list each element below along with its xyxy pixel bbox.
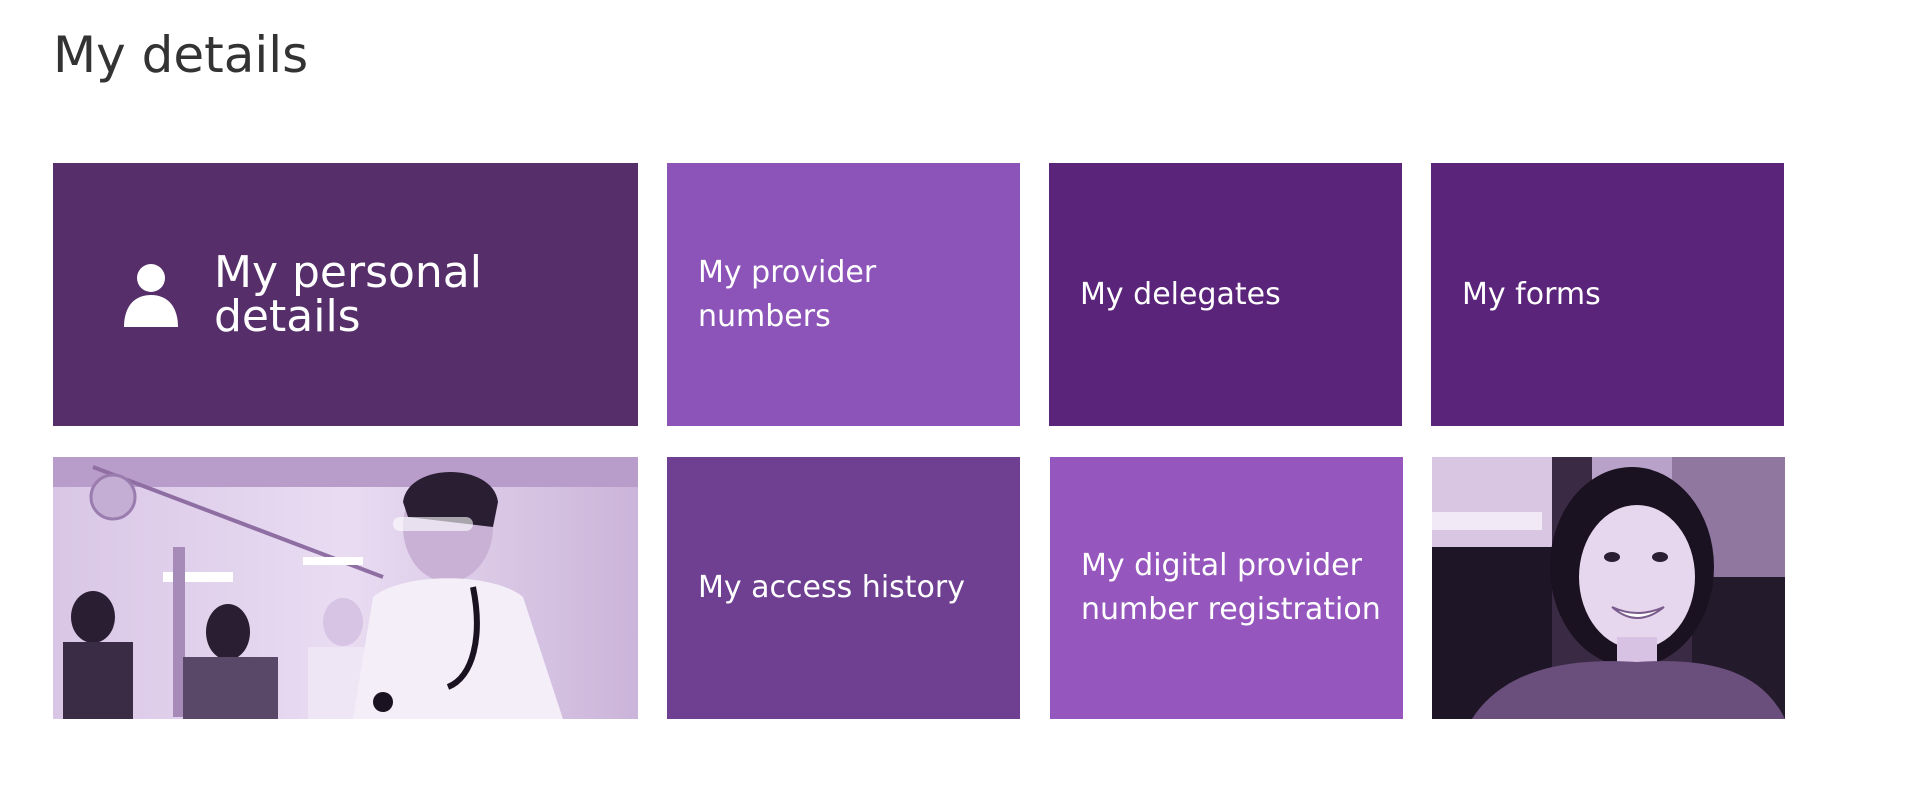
tile-label: My personal details	[214, 246, 482, 342]
tile-my-digital-provider-number-registration[interactable]: My digital provider number registration	[1050, 457, 1403, 719]
tile-my-delegates[interactable]: My delegates	[1049, 163, 1402, 426]
my-details-page: My details My personal details My provid…	[0, 0, 1920, 804]
tile-my-personal-details[interactable]: My personal details	[53, 163, 638, 426]
tile-label: My access history	[698, 570, 965, 605]
tile-label: My delegates	[1080, 276, 1281, 312]
page-title: My details	[53, 26, 309, 84]
tile-label: My forms	[1462, 276, 1601, 312]
smiling-woman-photo	[1432, 457, 1785, 719]
person-icon	[120, 263, 182, 327]
tile-label: My provider numbers	[698, 254, 877, 334]
tile-label: My digital provider number registration	[1081, 548, 1381, 627]
tile-my-provider-numbers[interactable]: My provider numbers	[667, 163, 1020, 426]
tile-my-access-history[interactable]: My access history	[667, 457, 1020, 719]
medical-staff-photo	[53, 457, 638, 719]
tile-my-forms[interactable]: My forms	[1431, 163, 1784, 426]
